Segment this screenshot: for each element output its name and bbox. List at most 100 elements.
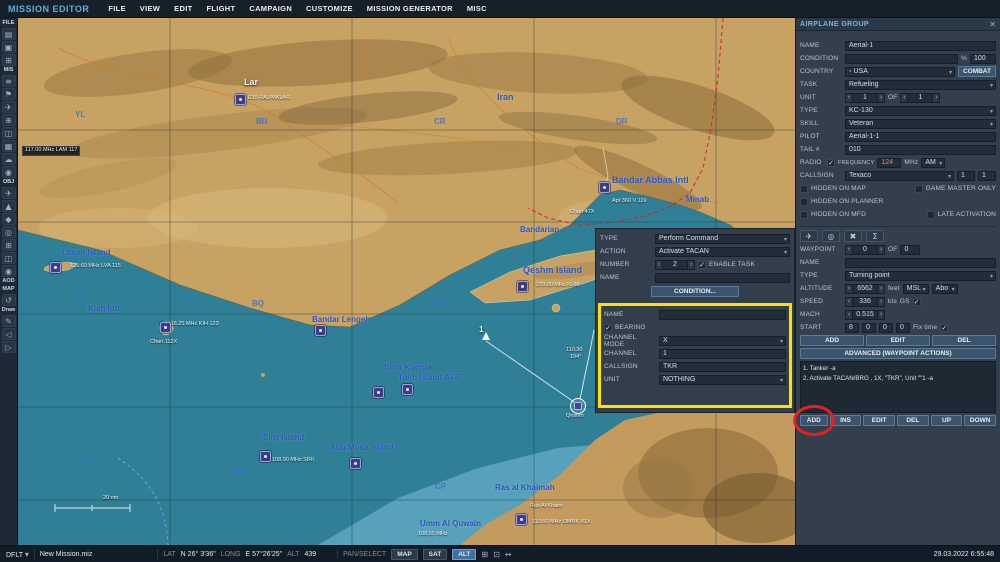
airport-icon-qeshm[interactable] (517, 281, 528, 292)
sat-view-button[interactable]: SAT (422, 548, 448, 560)
channel-input[interactable]: 1 (659, 348, 786, 359)
summary-tab-icon[interactable]: Σ (866, 230, 884, 242)
aircraft-tab-icon[interactable]: ✈ (800, 230, 818, 242)
menu-flight[interactable]: FLIGHT (199, 4, 242, 13)
gs-checkbox[interactable]: ✓ (912, 297, 921, 306)
hidden-on-planner-checkbox[interactable] (800, 197, 808, 206)
ruler-icon[interactable]: ↔ (505, 550, 512, 559)
condition-input[interactable] (845, 53, 959, 64)
prev-tool-icon[interactable]: ◁ (1, 328, 16, 340)
enable-task-checkbox[interactable]: ✓ (698, 260, 706, 269)
menu-customize[interactable]: CUSTOMIZE (299, 4, 360, 13)
advanced-waypoint-actions-button[interactable]: ADVANCED (WAYPOINT ACTIONS) (800, 348, 996, 359)
ship-group-icon[interactable]: ◆ (1, 213, 16, 225)
map-reset-icon[interactable]: ↺ (1, 294, 16, 306)
fix-time-checkbox[interactable]: ✓ (940, 323, 949, 332)
briefing-icon[interactable]: ⚑ (1, 88, 16, 100)
draw-tool-icon[interactable]: ✎ (1, 315, 16, 327)
decrement-icon[interactable]: ‹ (845, 92, 853, 103)
airplane-group-icon[interactable]: ✈ (1, 187, 16, 199)
tail-number-input[interactable]: 010 (845, 144, 996, 155)
static-object-icon[interactable]: ◫ (1, 127, 16, 139)
skill-dropdown[interactable]: Veteran ▾ (845, 118, 996, 129)
weather-icon[interactable]: ☁ (1, 153, 16, 165)
next-waypoint-icon[interactable]: › (877, 244, 885, 255)
menu-campaign[interactable]: CAMPAIGN (242, 4, 299, 13)
bearing-checkbox[interactable]: ✓ (604, 323, 612, 332)
waypoint-stepper[interactable]: ‹ 0 › (845, 244, 885, 255)
increment-icon[interactable]: › (932, 92, 941, 103)
pilot-input[interactable]: Aerial-1-1 (845, 131, 996, 142)
airport-icon-abu-musa[interactable] (350, 458, 361, 469)
game-master-only-checkbox[interactable] (914, 184, 923, 193)
task-dropdown[interactable]: Refueling ▾ (845, 79, 996, 90)
menu-mission-generator[interactable]: MISSION GENERATOR (360, 4, 460, 13)
hidden-on-map-checkbox[interactable] (800, 184, 808, 193)
callsign-number-input[interactable]: 1 (978, 170, 996, 181)
airport-icon-sirri[interactable] (260, 451, 271, 462)
altitude-stepper[interactable]: ‹ 6562 › (845, 283, 885, 294)
open-mission-icon[interactable]: ▣ (1, 41, 16, 53)
speed-stepper[interactable]: ‹ 336 › (845, 296, 885, 307)
action-number-stepper[interactable]: ‹ 2 › (655, 259, 695, 270)
decrement-icon[interactable]: ‹ (845, 283, 853, 294)
airport-icon-kish[interactable] (160, 322, 171, 333)
waypoint-name-input[interactable] (845, 257, 996, 268)
start-field-3[interactable]: 0 (879, 322, 893, 333)
tacan-unit-dropdown[interactable]: NOTHING ▾ (659, 374, 786, 385)
callsign-dropdown[interactable]: Texaco ▾ (845, 170, 954, 181)
increment-icon[interactable]: › (687, 259, 695, 270)
decrement-icon[interactable]: ‹ (900, 92, 909, 103)
waypoint-edit-button[interactable]: EDIT (866, 335, 930, 346)
start-field-2[interactable]: 0 (862, 322, 876, 333)
altitude-ref-dropdown[interactable]: MSL ▾ (902, 283, 929, 294)
combat-button[interactable]: COMBAT (957, 66, 996, 77)
alt-view-button[interactable]: ALT (452, 548, 477, 560)
unit-total-stepper[interactable]: ‹ 1 › (900, 92, 941, 103)
frequency-input[interactable]: 124 (877, 157, 902, 168)
airport-icon-bandar-lengeh[interactable] (315, 325, 326, 336)
hidden-on-mfd-checkbox[interactable] (800, 210, 808, 219)
menu-view[interactable]: VIEW (133, 4, 167, 13)
decrement-icon[interactable]: ‹ (655, 259, 663, 270)
vehicle-group-icon[interactable]: ▲ (1, 200, 16, 212)
increment-icon[interactable]: › (877, 92, 885, 103)
decrement-icon[interactable]: ‹ (845, 296, 853, 307)
start-field-1[interactable]: 8 (845, 322, 859, 333)
aircraft-type-dropdown[interactable]: KC-130 ▾ (845, 105, 996, 116)
new-mission-icon[interactable]: ▤ (1, 28, 16, 40)
mission-options-icon[interactable]: ≡ (1, 75, 16, 87)
condition-percent-input[interactable]: 100 (970, 53, 996, 64)
start-field-4[interactable]: 0 (896, 322, 910, 333)
menu-edit[interactable]: EDIT (167, 4, 199, 13)
group-name-input[interactable]: Aerial-1 (845, 40, 996, 51)
callsign-flight-input[interactable]: 1 (957, 170, 975, 181)
trigger-zone-icon[interactable]: ◉ (1, 166, 16, 178)
airport-icon-tunb-kochak[interactable] (373, 387, 384, 398)
mach-stepper[interactable]: ‹ 0.515 › (845, 309, 885, 320)
channel-mode-dropdown[interactable]: X ▾ (659, 335, 786, 346)
aircraft-tool-icon[interactable]: ✈ (1, 101, 16, 113)
payload-tab-icon[interactable]: ✖ (844, 230, 862, 242)
tacan-callsign-input[interactable]: TKR (659, 361, 786, 372)
airport-icon-tunb-island-afb[interactable] (402, 384, 413, 395)
menu-misc[interactable]: MISC (460, 4, 494, 13)
save-mission-icon[interactable]: ⊞ (1, 54, 16, 66)
zone-tool-icon[interactable]: ◎ (1, 226, 16, 238)
structure-icon[interactable]: ◫ (1, 252, 16, 264)
selected-tanker-unit-icon[interactable] (570, 398, 586, 414)
unit-count-stepper[interactable]: ‹ 1 › (845, 92, 885, 103)
increment-icon[interactable]: › (877, 283, 885, 294)
action-ins-button[interactable]: INS (829, 415, 862, 426)
grid-icon[interactable]: ⊞ (481, 550, 488, 559)
map-view-button[interactable]: MAP (391, 548, 418, 560)
airport-icon-ras-al-khaimah[interactable] (516, 514, 527, 525)
action-down-button[interactable]: DOWN (964, 415, 997, 426)
close-icon[interactable]: ✕ (989, 20, 996, 29)
altitude-ref2-dropdown[interactable]: Abo ▾ (931, 283, 958, 294)
late-activation-checkbox[interactable] (926, 210, 935, 219)
action-up-button[interactable]: UP (930, 415, 963, 426)
country-dropdown[interactable]: ▪ USA ▾ (845, 66, 955, 77)
increment-icon[interactable]: › (877, 309, 885, 320)
decrement-icon[interactable]: ‹ (845, 309, 853, 320)
